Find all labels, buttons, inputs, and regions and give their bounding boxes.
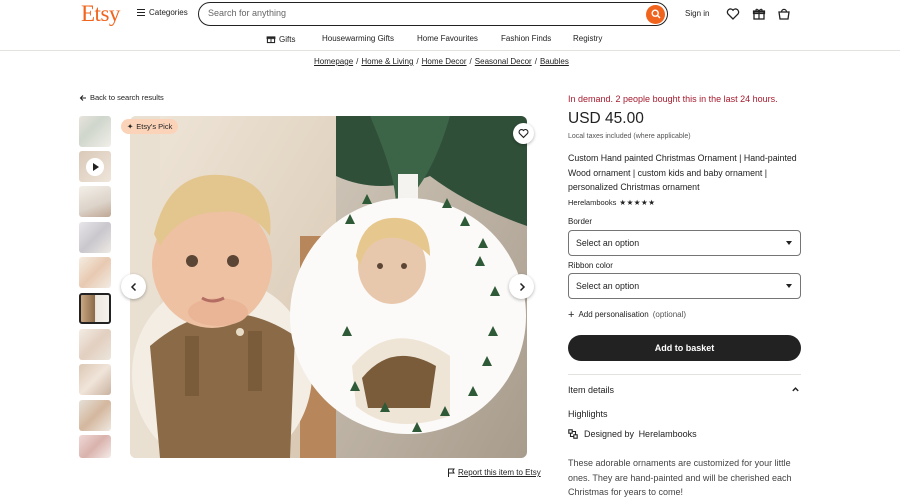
nav-item-home-favourites[interactable]: Home Favourites <box>417 34 478 43</box>
thumbnail[interactable] <box>79 435 111 458</box>
nav-item-gifts[interactable]: Gifts <box>266 34 295 44</box>
breadcrumb-baubles[interactable]: Baubles <box>540 57 569 66</box>
chevron-up-icon <box>792 387 799 392</box>
ribbon-color-select[interactable]: Select an option <box>568 273 801 299</box>
nav-item-fashion-finds[interactable]: Fashion Finds <box>501 34 551 43</box>
nav-item-registry[interactable]: Registry <box>573 34 602 43</box>
report-label: Report this item to Etsy <box>458 468 541 477</box>
personalisation-label: Add personalisation <box>578 310 649 319</box>
highlights-heading: Highlights <box>568 409 608 419</box>
product-title: Custom Hand painted Christmas Ornament |… <box>568 153 797 192</box>
star-rating: ★★★★★ <box>619 198 656 207</box>
etsy-logo[interactable]: Etsy <box>81 1 120 27</box>
item-description: These adorable ornaments are customized … <box>568 458 792 497</box>
thumbnail[interactable] <box>79 222 111 253</box>
demand-notice: In demand. 2 people bought this in the l… <box>568 94 778 104</box>
shop-info: Herelambooks ★★★★★ <box>568 198 655 207</box>
border-select[interactable]: Select an option <box>568 230 801 256</box>
breadcrumb-homepage[interactable]: Homepage <box>314 57 353 66</box>
price: USD 45.00 <box>568 110 644 127</box>
breadcrumb: Homepage / Home & Living / Home Decor / Sea… <box>314 57 569 66</box>
flag-icon <box>448 468 455 477</box>
ribbon-select-value: Select an option <box>576 281 640 291</box>
designed-by-row: Designed by Herelambooks <box>568 429 697 439</box>
back-to-results-link[interactable]: Back to search results <box>79 93 164 102</box>
main-product-image[interactable] <box>130 116 527 458</box>
previous-image-button[interactable] <box>121 274 146 299</box>
design-icon <box>568 429 578 439</box>
heart-icon <box>518 129 529 139</box>
heart-icon[interactable] <box>726 7 740 21</box>
categories-label: Categories <box>149 8 188 17</box>
nav-label: Gifts <box>279 34 296 44</box>
favourite-button[interactable] <box>513 123 534 144</box>
optional-label: (optional) <box>652 310 687 319</box>
back-label: Back to search results <box>90 93 164 102</box>
basket-icon[interactable] <box>777 7 791 21</box>
caret-down-icon <box>786 284 792 288</box>
next-image-button[interactable] <box>509 274 534 299</box>
search-button[interactable] <box>646 4 665 24</box>
item-details-toggle[interactable]: Item details <box>568 385 800 395</box>
product-photo <box>130 116 527 458</box>
header: Etsy Categories Sign in <box>0 0 900 28</box>
thumbnail-selected[interactable] <box>79 293 111 324</box>
plus-icon: + <box>568 308 575 321</box>
etsys-pick-badge: ✦ Etsy's Pick <box>121 119 179 134</box>
nav-item-housewarming[interactable]: Housewarming Gifts <box>322 34 394 43</box>
thumbnail-video[interactable] <box>79 151 111 182</box>
tax-note: Local taxes included (where applicable) <box>568 133 691 140</box>
border-label: Border <box>568 217 593 226</box>
thumbnail[interactable] <box>79 116 111 147</box>
thumbnail[interactable] <box>79 329 111 360</box>
designed-by-label: Designed by <box>584 429 635 439</box>
caret-down-icon <box>786 241 792 245</box>
item-details-heading: Item details <box>568 385 615 395</box>
add-personalisation-button[interactable]: + Add personalisation (optional) <box>568 308 687 321</box>
search-bar <box>198 2 668 26</box>
breadcrumb-home-decor[interactable]: Home Decor <box>422 57 467 66</box>
play-icon <box>86 157 104 176</box>
sparkle-icon: ✦ <box>127 122 134 131</box>
chevron-right-icon <box>519 282 525 291</box>
thumbnail[interactable] <box>79 257 111 288</box>
breadcrumb-seasonal-decor[interactable]: Seasonal Decor <box>475 57 532 66</box>
gift-icon[interactable] <box>752 7 766 21</box>
search-input[interactable] <box>208 3 628 23</box>
search-icon <box>650 9 660 19</box>
thumbnail[interactable] <box>79 400 111 431</box>
designer-name-link[interactable]: Herelambooks <box>639 429 697 439</box>
border-select-value: Select an option <box>576 238 640 248</box>
sign-in-link[interactable]: Sign in <box>685 9 709 18</box>
badge-label: Etsy's Pick <box>136 122 173 131</box>
divider <box>568 374 801 375</box>
gift-icon <box>266 36 276 44</box>
report-item-link[interactable]: Report this item to Etsy <box>447 468 541 477</box>
thumbnail[interactable] <box>79 186 111 217</box>
categories-button[interactable]: Categories <box>137 8 188 17</box>
breadcrumb-home-living[interactable]: Home & Living <box>361 57 413 66</box>
ribbon-color-label: Ribbon color <box>568 261 613 270</box>
menu-icon <box>137 9 145 16</box>
shop-name-link[interactable]: Herelambooks <box>568 198 616 207</box>
add-to-basket-button[interactable]: Add to basket <box>568 335 801 361</box>
thumbnail[interactable] <box>79 364 111 395</box>
arrow-left-icon <box>79 94 86 101</box>
chevron-left-icon <box>130 282 136 291</box>
category-nav: Gifts Housewarming Gifts Home Favourites… <box>0 30 900 51</box>
